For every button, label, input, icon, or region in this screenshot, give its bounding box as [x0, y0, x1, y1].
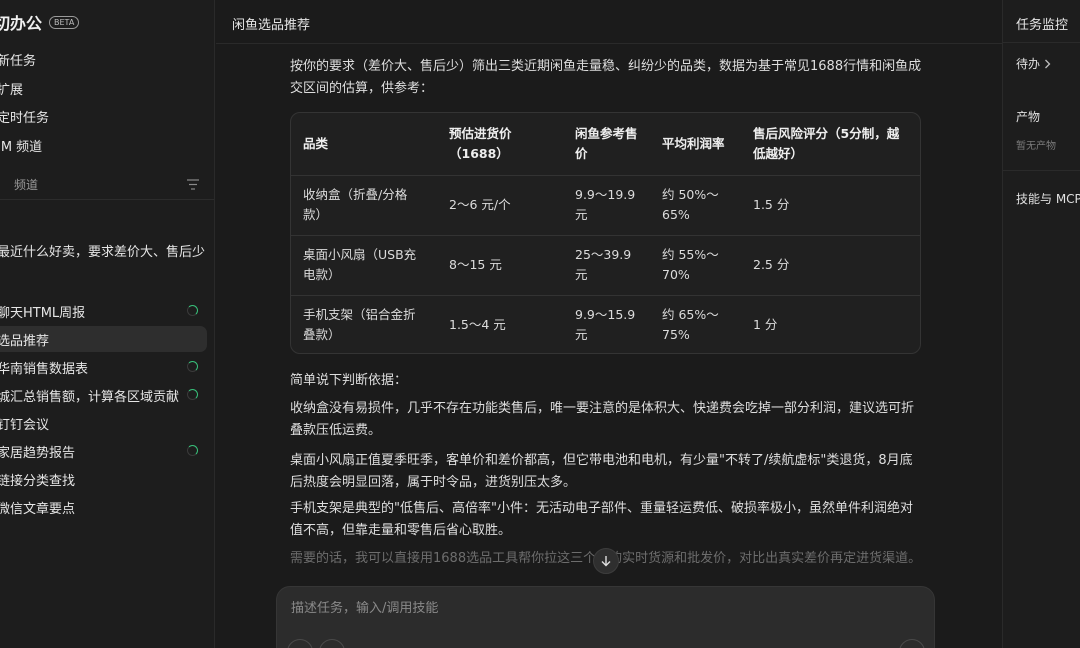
assistant-message: 按你的要求（差价大、售后少）筛出三类近期闲鱼走量稳、纠纷少的品类，数据为基于常见… [290, 56, 922, 100]
brand: 切办公 BETA [0, 10, 80, 34]
table-header: 预估进货价（1688） [437, 113, 563, 176]
brand-name: 切办公 [0, 14, 43, 33]
task-item[interactable]: 城汇总销售额，计算各区域贡献占比 [0, 382, 207, 408]
task-label: 选品推荐 [0, 333, 50, 349]
task-label: 家居趋势报告 [0, 445, 76, 461]
table-cell: 约 65%～75% [662, 307, 719, 343]
task-item[interactable]: 钉钉会议 [0, 410, 207, 436]
panel-divider [1003, 42, 1080, 43]
table-cell: 2.5 分 [741, 235, 920, 296]
skills-icon[interactable] [319, 639, 345, 648]
outputs-label: 产物 [1016, 110, 1041, 124]
main-header: 闲鱼选品推荐 [216, 0, 1002, 44]
basis-heading: 简单说下判断依据： [290, 373, 408, 388]
page-title: 闲鱼选品推荐 [232, 18, 311, 33]
arrow-down-icon [601, 556, 611, 567]
task-item-active[interactable]: 选品推荐 [0, 326, 207, 352]
task-input[interactable] [291, 601, 911, 616]
table-cell: 桌面小风扇（USB充电款） [291, 235, 437, 296]
task-item[interactable]: 微信文章要点 [0, 494, 207, 520]
sidebar: 切办公 BETA 新任务 扩展 定时任务 IM 频道 频道 最近什么好卖，要求差… [0, 0, 215, 648]
loading-spinner-icon [187, 389, 198, 400]
product-table: 品类 预估进货价（1688） 闲鱼参考售价 平均利润率 售后风险评分（5分制，越… [290, 112, 921, 354]
table-row: 桌面小风扇（USB充电款） 8～15 元 25～39.9 元 约 55%～70%… [291, 235, 920, 296]
task-item[interactable]: 链接分类查找 [0, 466, 207, 492]
task-monitor-panel: 任务监控 待办 产物 暂无产物 技能与 MCP [1002, 0, 1080, 648]
table-cell: 9.9～15.9 元 [575, 307, 636, 343]
add-icon[interactable] [287, 639, 313, 648]
nav-im-channel[interactable]: IM 频道 [0, 136, 42, 155]
table-row: 收纳盒（折叠/分格款） 2～6 元/个 9.9～19.9 元 约 50%～65%… [291, 175, 920, 236]
task-label: 链接分类查找 [0, 473, 76, 489]
send-icon[interactable] [899, 639, 925, 648]
table-cell: 1.5 分 [741, 175, 920, 236]
table-header: 闲鱼参考售价 [563, 113, 650, 176]
recent-message[interactable]: 最近什么好卖，要求差价大、售后少 [0, 241, 205, 260]
panel-divider [1003, 170, 1080, 171]
table-row: 手机支架（铝合金折叠款） 1.5～4 元 9.9～15.9 元 约 65%～75… [291, 295, 920, 353]
panel-title: 任务监控 [1016, 18, 1069, 33]
table-header: 品类 [291, 113, 437, 176]
table-cell: 收纳盒（折叠/分格款） [291, 175, 437, 236]
task-label: 华南销售数据表 [0, 361, 89, 377]
table-header: 平均利润率 [650, 113, 741, 176]
nav-extensions[interactable]: 扩展 [0, 79, 23, 98]
channel-label: 频道 [14, 178, 39, 192]
task-label: 微信文章要点 [0, 501, 76, 517]
table-cell: 约 50%～65% [650, 175, 741, 236]
table-header-row: 品类 预估进货价（1688） 闲鱼参考售价 平均利润率 售后风险评分（5分制，越… [291, 113, 920, 176]
skills-mcp-link[interactable]: 技能与 MCP [1016, 190, 1080, 207]
chevron-right-icon [1045, 59, 1051, 68]
loading-spinner-icon [187, 305, 198, 316]
table-cell: 1 分 [753, 317, 778, 333]
sidebar-divider [0, 199, 214, 200]
intro-text: 按你的要求（差价大、售后少）筛出三类近期闲鱼走量稳、纠纷少的品类，数据为基于常见… [290, 59, 922, 96]
table-cell: 手机支架（铝合金折叠款） [303, 307, 416, 343]
channel-section: 频道 [0, 176, 214, 194]
nav-scheduled-tasks[interactable]: 定时任务 [0, 107, 49, 126]
table-cell: 8～15 元 [437, 235, 563, 296]
task-label: 城汇总销售额，计算各区域贡献占比 [0, 389, 181, 405]
table-cell: 25～39.9 元 [563, 235, 650, 296]
table-cell: 约 55%～70% [650, 235, 741, 296]
loading-spinner-icon [187, 361, 198, 372]
composer [276, 586, 935, 648]
table-header: 售后风险评分（5分制，越低越好） [741, 113, 920, 176]
basis-paragraph: 收纳盒没有易损件，几乎不存在功能类售后，唯一要注意的是体积大、快递费会吃掉一部分… [290, 401, 915, 438]
basis-paragraph: 桌面小风扇正值夏季旺季，客单价和差价都高，但它带电池和电机，有少量"不转了/续航… [290, 453, 913, 490]
scroll-to-bottom-button[interactable] [593, 548, 619, 574]
table-cell: 9.9～19.9 元 [563, 175, 650, 236]
todo-toggle[interactable]: 待办 [1016, 55, 1051, 72]
todo-label: 待办 [1016, 57, 1041, 71]
no-outputs-text: 暂无产物 [1016, 141, 1056, 152]
loading-spinner-icon [187, 445, 198, 456]
task-label: 钉钉会议 [0, 417, 50, 433]
task-label: 聊天HTML周报 [0, 305, 86, 321]
filter-icon[interactable] [187, 179, 199, 190]
beta-badge: BETA [49, 15, 80, 29]
table-cell: 2～6 元/个 [437, 175, 563, 236]
task-item[interactable]: 聊天HTML周报 [0, 298, 207, 324]
task-item[interactable]: 家居趋势报告 [0, 438, 207, 464]
basis-paragraph: 手机支架是典型的"低售后、高倍率"小件：无活动电子部件、重量轻运费低、破损率极小… [290, 501, 913, 538]
nav-new-task[interactable]: 新任务 [0, 50, 36, 69]
task-item[interactable]: 华南销售数据表 [0, 354, 207, 380]
table-cell: 1.5～4 元 [449, 317, 506, 333]
